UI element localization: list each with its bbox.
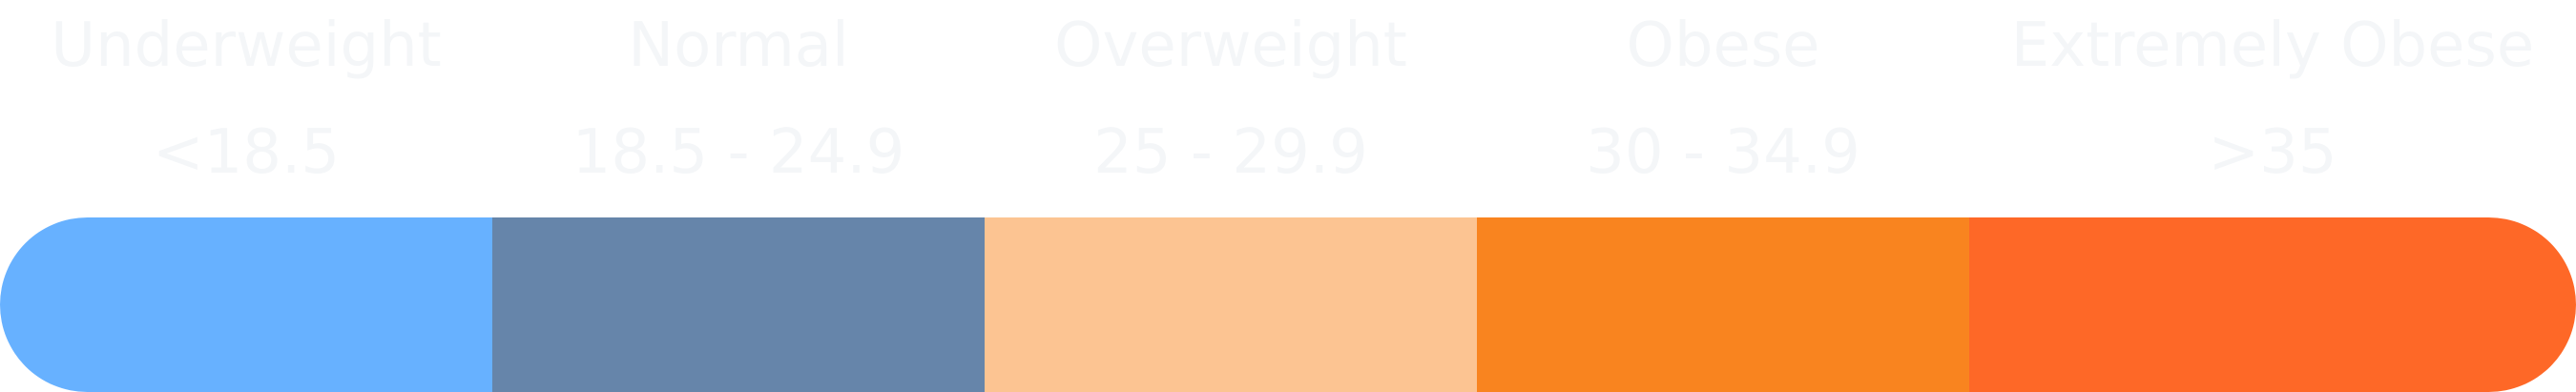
category-normal: Normal 18.5 - 24.9	[492, 0, 985, 191]
segment-underweight	[0, 217, 492, 392]
category-label: Obese	[1626, 10, 1820, 81]
category-range: 18.5 - 24.9	[571, 117, 905, 188]
category-range: >35	[2208, 117, 2337, 188]
category-extremely-obese: Extremely Obese >35	[1969, 0, 2576, 191]
segment-normal	[492, 217, 985, 392]
category-range: <18.5	[152, 117, 341, 188]
category-underweight: Underweight <18.5	[0, 0, 492, 191]
category-obese: Obese 30 - 34.9	[1477, 0, 1969, 191]
segment-overweight	[985, 217, 1477, 392]
category-label: Extremely Obese	[2010, 10, 2535, 81]
category-overweight: Overweight 25 - 29.9	[985, 0, 1477, 191]
category-range: 30 - 34.9	[1586, 117, 1860, 188]
category-range: 25 - 29.9	[1093, 117, 1368, 188]
segment-obese	[1477, 217, 1969, 392]
category-label: Underweight	[51, 10, 442, 81]
bmi-scale: Underweight <18.5 Normal 18.5 - 24.9 Ove…	[0, 0, 2576, 392]
category-label: Normal	[628, 10, 849, 81]
segment-extremely-obese	[1969, 217, 2576, 392]
category-label: Overweight	[1054, 10, 1407, 81]
bmi-color-bar	[0, 217, 2576, 392]
